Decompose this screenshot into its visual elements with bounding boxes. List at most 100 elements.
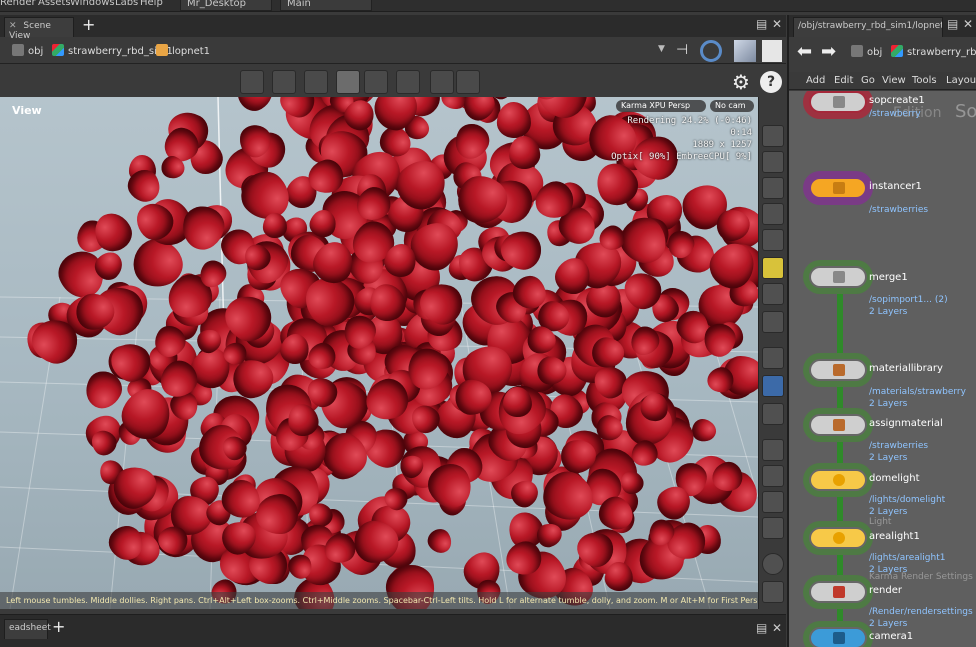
node-instancer1[interactable] bbox=[809, 177, 867, 199]
node-layers: 2 Layers bbox=[869, 453, 908, 463]
guide-icon[interactable] bbox=[762, 465, 784, 487]
node-layers: 2 Layers bbox=[869, 399, 908, 409]
net-breadcrumb-obj[interactable]: obj bbox=[847, 43, 886, 61]
close-icon[interactable]: ✕ bbox=[9, 21, 17, 31]
renderer-label: Karma XPU bbox=[621, 101, 666, 110]
pause-icon[interactable] bbox=[762, 375, 784, 397]
display-tool-icon[interactable] bbox=[364, 70, 388, 94]
menu-tools[interactable]: Tools bbox=[912, 75, 937, 86]
node-icon bbox=[833, 364, 845, 376]
node-merge1[interactable] bbox=[809, 266, 867, 288]
menu-view[interactable]: View bbox=[882, 75, 906, 86]
3d-viewport[interactable]: View Karma XPU Persp No cam Rendering 24… bbox=[0, 97, 758, 609]
desktop-selector[interactable]: Mr_Desktop bbox=[180, 0, 272, 11]
menu-add[interactable]: Add bbox=[806, 75, 825, 86]
group-icon[interactable] bbox=[762, 491, 784, 513]
select-tool-icon[interactable] bbox=[272, 70, 296, 94]
viewport-title: View bbox=[12, 104, 42, 117]
node-name: sopcreate1 bbox=[869, 95, 925, 106]
node-path: /strawberries bbox=[869, 441, 929, 451]
tab-network[interactable]: /obj/strawberry_rbd_sim1/lopnet1 bbox=[793, 17, 943, 37]
add-tab-plus-icon[interactable]: + bbox=[52, 617, 65, 636]
path-dropdown-icon[interactable]: ▼ bbox=[658, 44, 665, 54]
pane-menu-icon[interactable]: ▤ bbox=[756, 17, 767, 31]
visibility-icon[interactable] bbox=[762, 347, 784, 369]
light-mode-icon[interactable] bbox=[762, 257, 784, 279]
lightbulb-icon[interactable] bbox=[762, 283, 784, 305]
render-stats: Rendering 24.2% (-0:46) 0:14 1889 x 1257… bbox=[602, 115, 752, 163]
shading-icon[interactable] bbox=[762, 311, 784, 333]
help-icon[interactable]: ? bbox=[760, 71, 782, 93]
link-icon[interactable] bbox=[700, 40, 722, 62]
node-graph[interactable]: Edition So Light Karma Render Settings s… bbox=[789, 91, 976, 647]
light-tool-icon[interactable] bbox=[304, 70, 328, 94]
pane-close-icon[interactable]: ✕ bbox=[772, 621, 782, 635]
cube-icon[interactable] bbox=[734, 40, 756, 62]
menu-labs[interactable]: Labs bbox=[115, 0, 138, 8]
breadcrumb-obj[interactable]: obj bbox=[8, 42, 47, 60]
tab-spreadsheet[interactable]: eadsheet bbox=[4, 619, 51, 639]
camera-menu[interactable]: No cam bbox=[710, 100, 754, 112]
pane-close-icon[interactable]: ✕ bbox=[963, 17, 973, 31]
breadcrumb-lopnet[interactable]: lopnet1 bbox=[152, 42, 214, 60]
menu-edit[interactable]: Edit bbox=[834, 75, 853, 86]
tab-scene-view[interactable]: ✕ Scene View bbox=[4, 17, 74, 41]
lop-network-icon bbox=[156, 44, 168, 56]
snapshot-icon[interactable] bbox=[762, 40, 782, 62]
render-resolution: 1889 x 1257 bbox=[692, 140, 752, 150]
node-icon bbox=[833, 419, 845, 431]
snap-icon[interactable] bbox=[762, 151, 784, 173]
pane-menu-icon[interactable]: ▤ bbox=[756, 621, 767, 635]
menu-go[interactable]: Go bbox=[861, 75, 875, 86]
network-menu: Add Edit Go View Tools Layout bbox=[789, 72, 976, 90]
settings-icon[interactable] bbox=[456, 70, 480, 94]
node-camera1[interactable] bbox=[809, 627, 867, 647]
add-tab-plus-icon[interactable]: + bbox=[82, 15, 95, 34]
menu-help[interactable]: Help bbox=[140, 0, 163, 8]
lock-icon[interactable] bbox=[762, 177, 784, 199]
ghost-icon[interactable] bbox=[762, 229, 784, 251]
pin-icon[interactable]: ⊣ bbox=[676, 42, 688, 58]
eye-icon[interactable] bbox=[762, 581, 784, 603]
menu-render[interactable]: Render bbox=[0, 0, 36, 8]
node-render[interactable] bbox=[809, 581, 867, 603]
background-icon[interactable] bbox=[762, 403, 784, 425]
wireframe-icon[interactable] bbox=[762, 125, 784, 147]
menu-assets[interactable]: Assets bbox=[38, 0, 71, 8]
material-icon[interactable] bbox=[762, 439, 784, 461]
display-options-strip bbox=[758, 97, 786, 609]
close-icon[interactable] bbox=[762, 203, 784, 225]
node-materiallibrary[interactable] bbox=[809, 359, 867, 381]
scene-tabbar: ✕ Scene View + ▤ ✕ bbox=[0, 15, 786, 41]
sphere-icon[interactable] bbox=[762, 553, 784, 575]
tumble-tool-icon[interactable] bbox=[240, 70, 264, 94]
node-name: merge1 bbox=[869, 272, 908, 283]
net-breadcrumb-sim[interactable]: strawberry_rbd_sim1 bbox=[887, 43, 976, 61]
context-selector[interactable]: Main bbox=[280, 0, 372, 11]
render-icon bbox=[833, 586, 845, 598]
node-name: domelight bbox=[869, 473, 920, 484]
menu-layout[interactable]: Layout bbox=[946, 75, 976, 86]
menu-windows[interactable]: Windows bbox=[70, 0, 115, 8]
renderer-menu[interactable]: Karma XPU Persp bbox=[616, 100, 706, 112]
render-progress: Rendering 24.2% (-0:46) 0:14 bbox=[627, 116, 752, 138]
breadcrumb-label: lopnet1 bbox=[172, 46, 211, 57]
node-arealight1[interactable] bbox=[809, 527, 867, 549]
desktop-label: Mr_Desktop bbox=[187, 0, 246, 9]
pane-menu-icon[interactable]: ▤ bbox=[947, 17, 958, 31]
pattern-icon[interactable] bbox=[762, 517, 784, 539]
forward-arrow-icon[interactable]: ➡ bbox=[821, 41, 836, 62]
gear-icon[interactable]: ⚙ bbox=[732, 70, 750, 94]
back-arrow-icon[interactable]: ⬅ bbox=[797, 41, 812, 62]
network-icon bbox=[851, 45, 863, 57]
node-sopcreate1[interactable] bbox=[809, 91, 867, 113]
bottom-tabbar: eadsheet + ▤ ✕ bbox=[0, 614, 786, 647]
node-assignmaterial[interactable] bbox=[809, 414, 867, 436]
camera-tool-icon[interactable] bbox=[336, 70, 360, 94]
render-camera-icon[interactable] bbox=[430, 70, 454, 94]
lightbulb-icon bbox=[833, 474, 845, 486]
record-icon[interactable] bbox=[396, 70, 420, 94]
pane-close-icon[interactable]: ✕ bbox=[772, 17, 782, 31]
node-name: camera1 bbox=[869, 631, 914, 642]
node-domelight[interactable] bbox=[809, 469, 867, 491]
